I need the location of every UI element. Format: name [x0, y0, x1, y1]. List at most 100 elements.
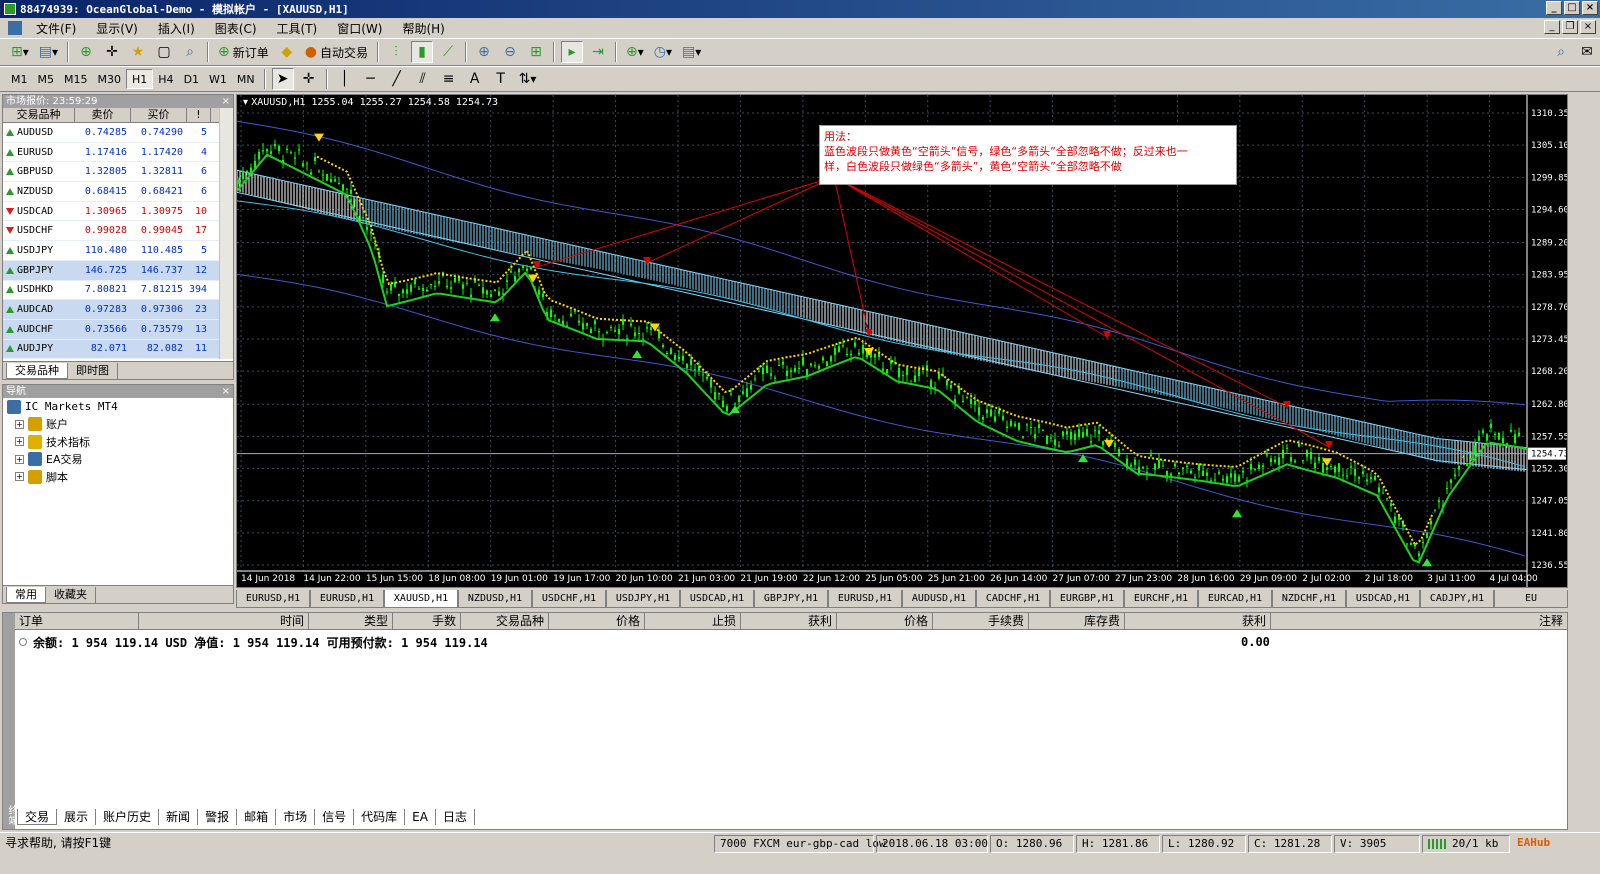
nav-item-scripts[interactable]: + 脚本	[3, 468, 233, 486]
col-price[interactable]: 价格	[549, 613, 645, 629]
terminal-tab[interactable]: 市场	[276, 809, 316, 825]
minimize-button[interactable]: _	[1546, 1, 1562, 15]
chart-shift-button[interactable]: ⇥	[587, 41, 609, 63]
new-order-button[interactable]: ⊕ 新订单	[215, 41, 272, 63]
market-watch-row[interactable]: EURUSD 1.17416 1.17420 4	[3, 143, 233, 163]
balance-row[interactable]: 余额: 1 954 119.14 USD 净值: 1 954 119.14 可用…	[19, 634, 1567, 650]
mdi-restore-button[interactable]: ❐	[1562, 20, 1578, 34]
tab-favorites[interactable]: 收藏夹	[46, 587, 96, 603]
col-comment[interactable]: 注释	[1271, 613, 1567, 629]
trendline-icon[interactable]: ╱	[386, 68, 408, 90]
timeframe-m30[interactable]: M30	[93, 69, 127, 89]
close-icon[interactable]: ×	[222, 95, 230, 108]
meta-editor-button[interactable]: ◆	[276, 41, 298, 63]
periods-clock-icon[interactable]: ◷ ▾	[651, 41, 675, 63]
chart-tab[interactable]: EU	[1494, 590, 1568, 608]
expand-icon[interactable]: +	[15, 437, 24, 447]
chart-tab[interactable]: USDCAD,H1	[680, 590, 754, 608]
col-profit[interactable]: 获利	[1125, 613, 1271, 629]
new-chart-button[interactable]: ⊞ ▾	[8, 41, 32, 63]
terminal-tab[interactable]: 警报	[198, 809, 238, 825]
timeframe-m1[interactable]: M1	[6, 69, 33, 89]
timeframe-m15[interactable]: M15	[59, 69, 93, 89]
maximize-button[interactable]: □	[1564, 1, 1580, 15]
market-watch-row[interactable]: GBPJPY 146.725 146.737 12	[3, 260, 233, 281]
terminal-tab[interactable]: 日志	[436, 809, 475, 825]
bar-chart-button[interactable]: ⫶	[385, 41, 407, 63]
templates-button[interactable]: ▤ ▾	[679, 41, 704, 63]
close-button[interactable]: ×	[1582, 1, 1598, 15]
market-watch-row[interactable]: USDCAD 1.30965 1.30975 10	[3, 202, 233, 222]
chart-tab[interactable]: EURUSD,H1	[236, 590, 310, 608]
col-order[interactable]: 订单	[15, 613, 139, 629]
chart-tab[interactable]: NZDCHF,H1	[1272, 590, 1346, 608]
expand-icon[interactable]: +	[15, 419, 24, 429]
chart-tab[interactable]: CADJPY,H1	[1420, 590, 1494, 608]
col-bid[interactable]: 卖价	[75, 108, 131, 122]
chart-tab[interactable]: NZDUSD,H1	[458, 590, 532, 608]
menu-tools[interactable]: 工具(T)	[267, 20, 328, 37]
col-symbol[interactable]: 交易品种	[3, 108, 75, 122]
col-spread[interactable]: !	[187, 108, 211, 122]
terminal-tab[interactable]: 展示	[57, 809, 97, 825]
dropdown-arrow-icon[interactable]: ▾	[243, 97, 251, 108]
market-watch-row[interactable]: AUDJPY 82.071 82.082 11	[3, 339, 233, 360]
col-sl[interactable]: 止损	[645, 613, 741, 629]
channel-icon[interactable]: ⫽	[412, 68, 434, 90]
profiles-button[interactable]: ▤ ▾	[36, 41, 61, 63]
timeframe-m5[interactable]: M5	[33, 69, 60, 89]
terminal-tab[interactable]: 交易	[17, 809, 58, 825]
horizontal-line-icon[interactable]: ─	[360, 68, 382, 90]
menu-charts[interactable]: 图表(C)	[205, 20, 267, 37]
search-icon[interactable]: ⌕	[1550, 41, 1572, 63]
nav-item-expert-advisors[interactable]: + EA交易	[3, 451, 233, 469]
nav-item-indicators[interactable]: + 技术指标	[3, 433, 233, 451]
col-price-current[interactable]: 价格	[837, 613, 933, 629]
terminal-tab[interactable]: 邮箱	[237, 809, 277, 825]
terminal-tab[interactable]: 新闻	[159, 809, 199, 825]
chart-tab[interactable]: EURCAD,H1	[1198, 590, 1272, 608]
chart-tab[interactable]: GBPJPY,H1	[754, 590, 828, 608]
timeframe-mn[interactable]: MN	[232, 69, 260, 89]
text-label-icon[interactable]: T	[490, 68, 512, 90]
menu-help[interactable]: 帮助(H)	[392, 20, 454, 37]
mdi-minimize-button[interactable]: _	[1544, 20, 1560, 34]
expand-icon[interactable]: +	[15, 454, 24, 464]
chart-tab[interactable]: EURGBP,H1	[1050, 590, 1124, 608]
close-icon[interactable]: ×	[222, 385, 230, 398]
vertical-line-icon[interactable]: │	[334, 68, 356, 90]
chat-icon[interactable]: ✉	[1576, 41, 1598, 63]
chart-tab[interactable]: EURCHF,H1	[1124, 590, 1198, 608]
menu-file[interactable]: 文件(F)	[26, 20, 86, 37]
timeframe-h1[interactable]: H1	[126, 69, 154, 89]
crosshair-icon[interactable]: ✛	[298, 68, 320, 90]
expand-icon[interactable]: +	[15, 472, 24, 482]
nav-root[interactable]: IC Markets MT4	[3, 398, 233, 416]
candlestick-button[interactable]: ▮	[411, 41, 434, 63]
zoom-in-icon[interactable]: ⊕	[473, 41, 495, 63]
chart-tab[interactable]: XAUUSD,H1	[384, 590, 458, 608]
market-watch-row[interactable]: USDJPY 110.480 110.485 5	[3, 241, 233, 261]
terminal-tab[interactable]: 代码库	[354, 809, 406, 825]
tab-common[interactable]: 常用	[6, 587, 46, 603]
tile-windows-button[interactable]: ⊞	[525, 41, 547, 63]
market-watch-row[interactable]: USDCHF 0.99028 0.99045 17	[3, 221, 233, 242]
chart-tab[interactable]: EURUSD,H1	[828, 590, 902, 608]
market-watch-row[interactable]: AUDCAD 0.97283 0.97306 23	[3, 300, 233, 320]
zoom-out-icon[interactable]: ⊖	[499, 41, 521, 63]
tab-symbols[interactable]: 交易品种	[6, 363, 68, 379]
chart-tab[interactable]: CADCHF,H1	[976, 590, 1050, 608]
navigator-button[interactable]: ★	[127, 41, 149, 63]
menu-insert[interactable]: 插入(I)	[148, 20, 205, 37]
market-watch-row[interactable]: USDHKD 7.80821 7.81215 394	[3, 281, 233, 301]
timeframe-w1[interactable]: W1	[204, 69, 232, 89]
market-watch-button[interactable]: ⊕	[75, 41, 97, 63]
indicators-button[interactable]: ⊕ ▾	[623, 41, 647, 63]
data-window-button[interactable]: ✛	[101, 41, 123, 63]
chart-tab[interactable]: EURUSD,H1	[310, 590, 384, 608]
market-watch-row[interactable]: NZDUSD 0.68415 0.68421 6	[3, 182, 233, 202]
col-time[interactable]: 时间	[139, 613, 309, 629]
col-type[interactable]: 类型	[309, 613, 393, 629]
text-icon[interactable]: A	[464, 68, 486, 90]
chart-tab[interactable]: USDCAD,H1	[1346, 590, 1420, 608]
